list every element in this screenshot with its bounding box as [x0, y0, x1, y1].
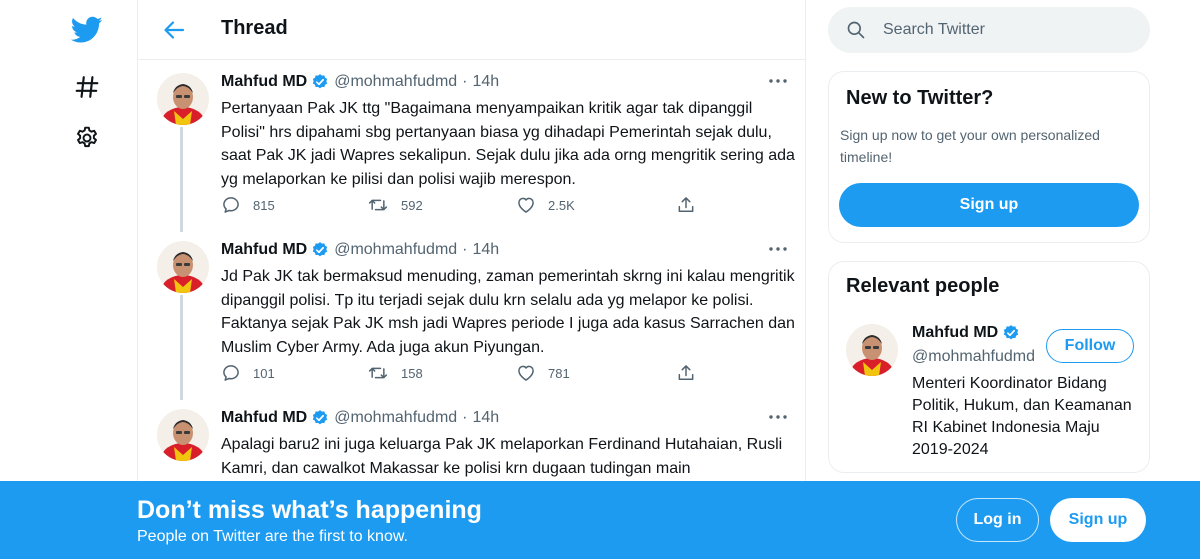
share-button[interactable]	[676, 195, 696, 215]
author-handle[interactable]: @mohmahfudmd	[334, 409, 457, 427]
retweet-button[interactable]: 158	[367, 363, 423, 383]
person-handle[interactable]: @mohmahfudmd	[912, 348, 1040, 366]
person-name-text: Mahfud MD	[912, 324, 999, 341]
tweet[interactable]: Mahfud MD @mohmahfudmd · 14h Pertanyaan …	[138, 73, 805, 223]
search-input[interactable]	[883, 7, 1133, 53]
like-button[interactable]: 2.5K	[516, 195, 575, 215]
author-name[interactable]: Mahfud MD	[221, 409, 307, 427]
relevant-people-card: Relevant people Mahfud MD @mohmahfudmd F…	[828, 261, 1150, 473]
retweet-button[interactable]: 592	[367, 195, 423, 215]
thread-header: Thread	[138, 0, 805, 60]
separator-dot: ·	[462, 241, 468, 258]
like-count: 2.5K	[548, 197, 575, 213]
hashtag-icon[interactable]	[66, 66, 108, 108]
login-banner: Don’t miss what’s happening People on Tw…	[0, 481, 1200, 559]
tweet-time[interactable]: 14h	[473, 73, 500, 91]
person-bio: Menteri Koordinator Bidang Politik, Huku…	[912, 375, 1132, 458]
author-name[interactable]: Mahfud MD	[221, 73, 307, 91]
reply-count: 101	[253, 365, 275, 381]
reply-count: 815	[253, 197, 275, 213]
tweet-actions: 101 158 781	[221, 363, 701, 385]
share-icon	[678, 197, 694, 212]
log-in-button[interactable]: Log in	[956, 498, 1039, 542]
retweet-count: 592	[401, 197, 423, 213]
banner-subtitle: People on Twitter are the first to know.	[137, 528, 408, 545]
reply-icon	[223, 197, 239, 213]
avatar[interactable]	[157, 409, 209, 461]
like-count: 781	[548, 365, 570, 381]
follow-button[interactable]: Follow	[1046, 329, 1134, 363]
card-title: New to Twitter?	[846, 87, 994, 109]
verified-badge-icon	[311, 241, 329, 259]
sign-up-button[interactable]: Sign up	[839, 183, 1139, 227]
more-icon[interactable]	[766, 239, 790, 259]
person-name[interactable]: Mahfud MD	[912, 324, 1025, 342]
card-title: Relevant people	[846, 275, 1000, 297]
author-handle[interactable]: @mohmahfudmd	[334, 241, 457, 259]
tweet-time[interactable]: 14h	[473, 409, 500, 427]
new-to-twitter-card: New to Twitter? Sign up now to get your …	[828, 71, 1150, 243]
card-description: Sign up now to get your own personalized…	[840, 127, 1100, 165]
tweet-header: Mahfud MD @mohmahfudmd · 14h	[221, 409, 499, 427]
tweet-time[interactable]: 14h	[473, 241, 500, 259]
more-icon[interactable]	[766, 407, 790, 427]
avatar[interactable]	[846, 324, 898, 376]
tweet-text: Pertanyaan Pak JK ttg "Bagaimana menyamp…	[221, 100, 795, 188]
heart-icon	[518, 365, 534, 381]
search-bar[interactable]	[828, 7, 1150, 53]
like-button[interactable]: 781	[516, 363, 570, 383]
share-icon	[678, 365, 694, 380]
avatar[interactable]	[157, 73, 209, 125]
more-icon[interactable]	[766, 71, 790, 91]
gear-icon[interactable]	[66, 117, 108, 159]
separator-dot: ·	[462, 409, 468, 426]
verified-badge-icon	[1002, 324, 1020, 342]
tweet-text: Jd Pak JK tak bermaksud menuding, zaman …	[221, 268, 795, 356]
heart-icon	[518, 197, 534, 213]
left-nav	[0, 0, 137, 559]
tweet-header: Mahfud MD @mohmahfudmd · 14h	[221, 73, 499, 91]
main-column: Thread Mahfud MD @mohmahfudmd · 14h Pert…	[137, 0, 806, 559]
banner-sign-up-button[interactable]: Sign up	[1050, 498, 1146, 542]
tweet-actions: 815 592 2.5K	[221, 195, 701, 217]
verified-badge-icon	[311, 73, 329, 91]
verified-badge-icon	[311, 409, 329, 427]
tweet[interactable]: Mahfud MD @mohmahfudmd · 14h Jd Pak JK t…	[138, 241, 805, 391]
tweet-header: Mahfud MD @mohmahfudmd · 14h	[221, 241, 499, 259]
separator-dot: ·	[462, 73, 468, 90]
retweet-icon	[368, 199, 388, 211]
reply-button[interactable]: 101	[221, 363, 275, 383]
search-icon	[846, 20, 866, 45]
retweet-count: 158	[401, 365, 423, 381]
reply-icon	[223, 365, 239, 381]
page-title: Thread	[221, 17, 288, 39]
retweet-icon	[368, 367, 388, 379]
twitter-bird-icon[interactable]	[66, 9, 108, 51]
arrow-left-icon[interactable]	[158, 14, 190, 46]
banner-title: Don’t miss what’s happening	[137, 496, 482, 524]
avatar[interactable]	[157, 241, 209, 293]
tweet[interactable]: Mahfud MD @mohmahfudmd · 14h Apalagi bar…	[138, 409, 805, 489]
author-handle[interactable]: @mohmahfudmd	[334, 73, 457, 91]
share-button[interactable]	[676, 363, 696, 383]
tweet-text: Apalagi baru2 ini juga keluarga Pak JK m…	[221, 436, 783, 477]
author-name[interactable]: Mahfud MD	[221, 241, 307, 259]
reply-button[interactable]: 815	[221, 195, 275, 215]
